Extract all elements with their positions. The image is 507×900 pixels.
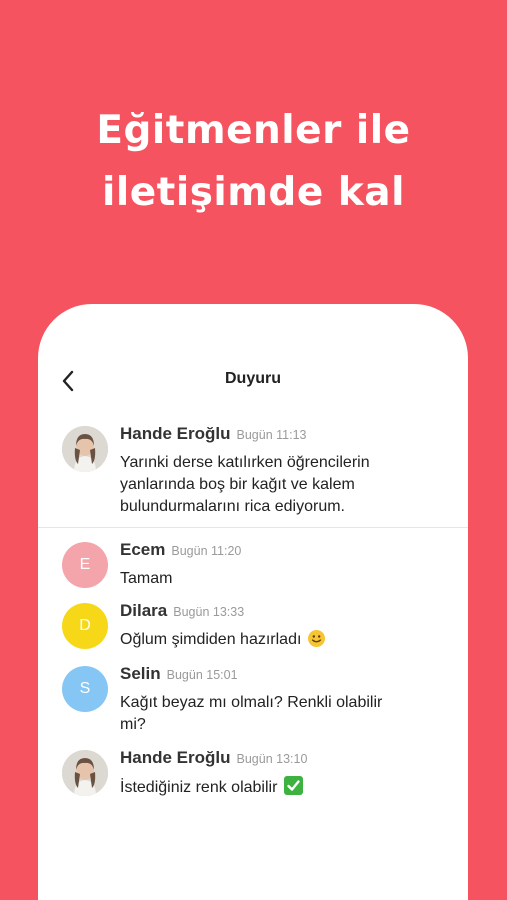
- avatar[interactable]: E: [62, 542, 108, 588]
- message-time: Bugün 13:33: [173, 605, 245, 619]
- message-time: Bugün 11:20: [171, 544, 242, 558]
- message-text: Kağıt beyaz mı olmalı? Renkli olabilir m…: [120, 694, 383, 733]
- avatar[interactable]: [62, 750, 108, 796]
- hero-line-2: iletişimde kal: [102, 170, 405, 215]
- author-name: Ecem: [120, 540, 166, 559]
- smiling-face-icon: [307, 630, 325, 647]
- message-text-content: İstediğiniz renk olabilir: [120, 779, 278, 796]
- message-meta: Hande Eroğlu Bugün 11:13: [120, 424, 307, 444]
- avatar-initial: D: [79, 617, 91, 634]
- user-photo-icon: [62, 426, 108, 472]
- author-name: Hande Eroğlu: [120, 424, 231, 443]
- message-time: Bugün 11:13: [236, 428, 307, 442]
- hero-line-1: Eğitmenler ile: [96, 108, 411, 153]
- message-text: İstediğiniz renk olabilir: [120, 776, 420, 799]
- avatar[interactable]: D: [62, 603, 108, 649]
- message-meta: Selin Bugün 15:01: [120, 664, 238, 684]
- avatar-initial: S: [79, 680, 91, 697]
- avatar-initial: E: [79, 556, 91, 573]
- user-photo-icon: [62, 750, 108, 796]
- check-mark-icon: [283, 776, 303, 795]
- message-time: Bugün 13:10: [236, 752, 308, 766]
- avatar[interactable]: [62, 426, 108, 472]
- announcement-text: Yarınki derse katılırken öğrencilerin ya…: [120, 454, 370, 515]
- message-text-content: Oğlum şimdiden hazırladı: [120, 631, 302, 648]
- author-name: Hande Eroğlu: [120, 748, 231, 767]
- message-text: Tamam: [120, 570, 173, 587]
- announcement-post: Hande Eroğlu Bugün 11:13 Yarınki derse ka…: [38, 420, 468, 528]
- page-title: Duyuru: [225, 370, 281, 387]
- phone-screen: Duyuru Hande Eroğlu Bugün 11:13 Yarınki d…: [38, 304, 468, 900]
- message-meta: Hande Eroğlu Bugün 13:10: [120, 748, 307, 768]
- message-meta: Dilara Bugün 13:33: [120, 601, 244, 621]
- message-meta: Ecem Bugün 11:20: [120, 540, 241, 560]
- message-time: Bugün 15:01: [166, 668, 238, 682]
- avatar[interactable]: S: [62, 666, 108, 712]
- hero-headline: Eğitmenler ile iletişimde kal: [0, 100, 507, 224]
- message-text: Oğlum şimdiden hazırladı: [120, 629, 420, 651]
- author-name: Selin: [120, 664, 161, 683]
- author-name: Dilara: [120, 601, 168, 620]
- top-bar: Duyuru: [38, 362, 468, 402]
